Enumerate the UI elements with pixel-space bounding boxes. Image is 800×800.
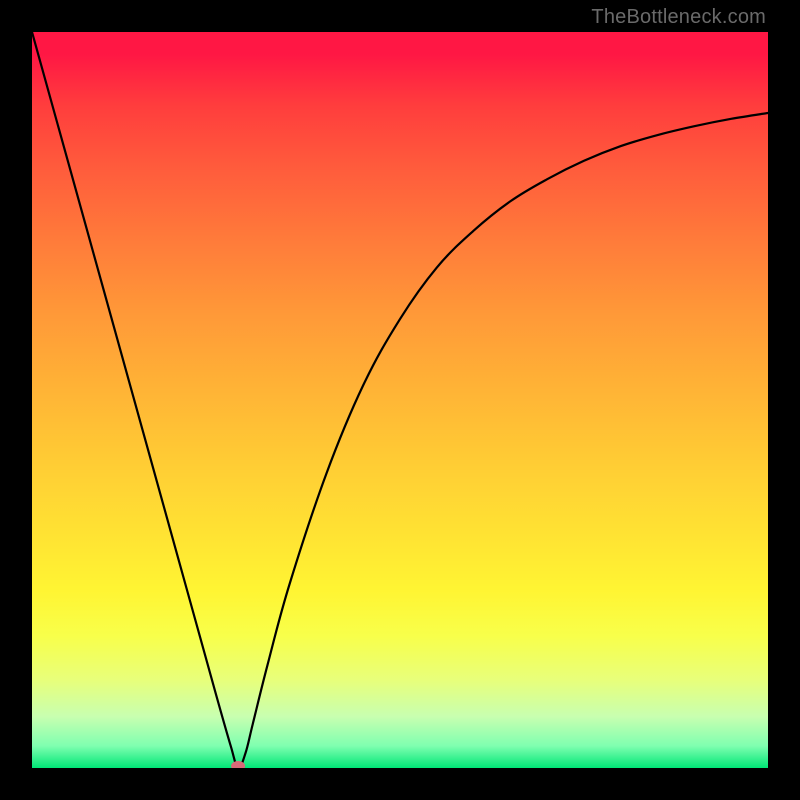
plot-area [32, 32, 768, 768]
curve-svg [32, 32, 768, 768]
attribution-label: TheBottleneck.com [591, 6, 766, 29]
bottleneck-curve [32, 32, 768, 768]
chart-container: TheBottleneck.com [0, 0, 800, 800]
